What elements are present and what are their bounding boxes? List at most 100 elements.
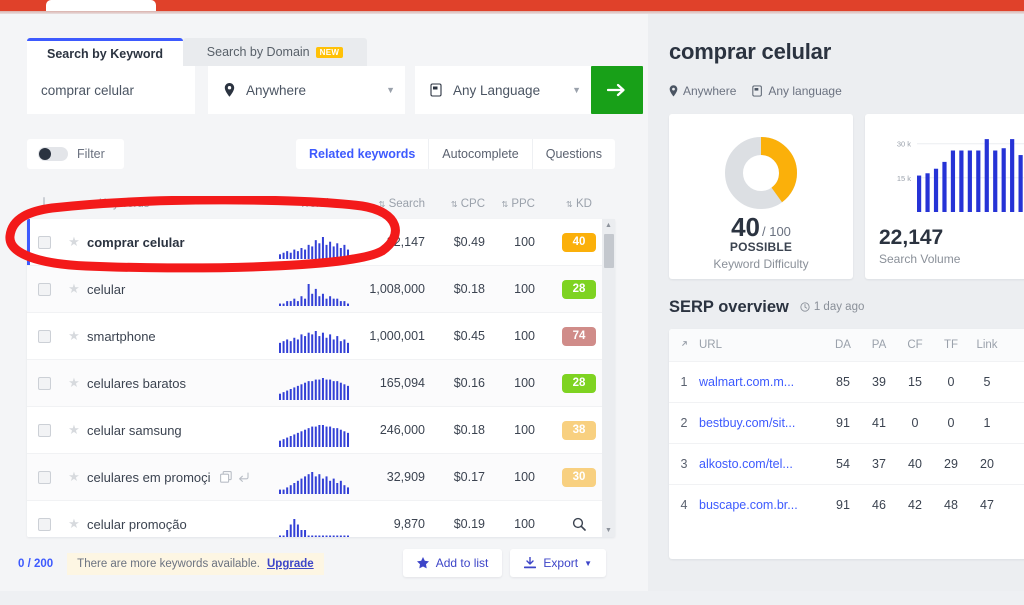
tab-related-keywords[interactable]: Related keywords [296, 139, 430, 169]
favorite-star-icon[interactable]: ★ [61, 328, 87, 344]
row-trend [275, 501, 353, 537]
language-value: Any Language [453, 82, 541, 98]
detail-location-label: Anywhere [683, 84, 737, 98]
row-keyword[interactable]: celular samsung [87, 423, 275, 438]
favorite-star-icon[interactable]: ★ [61, 281, 87, 297]
search-icon[interactable] [562, 515, 596, 534]
serp-url[interactable]: walmart.com.m... [699, 375, 825, 389]
serp-pa: 37 [872, 457, 886, 471]
scroll-down-icon[interactable]: ▼ [602, 524, 615, 537]
favorite-star-icon[interactable]: ★ [61, 234, 87, 250]
row-cpc: $0.45 [453, 329, 485, 343]
row-checkbox[interactable] [27, 235, 61, 249]
search-submit-button[interactable] [591, 66, 643, 114]
table-scrollbar[interactable]: ▲ ▼ [602, 219, 615, 537]
serp-cf: 40 [908, 457, 922, 471]
row-checkbox[interactable] [27, 517, 61, 531]
serp-overview-header: SERP overview 1 day ago [669, 298, 864, 317]
serp-row[interactable]: 2 bestbuy.com/sit... 91 41 0 0 1 [669, 402, 1024, 443]
row-checkbox[interactable] [27, 282, 61, 296]
detail-meta: Anywhere Any language [669, 84, 858, 98]
serp-column-url: URL [699, 339, 723, 351]
location-select[interactable]: Anywhere ▼ [208, 66, 405, 114]
row-keyword[interactable]: smartphone [87, 329, 275, 344]
favorite-star-icon[interactable]: ★ [61, 375, 87, 391]
table-footer: 0 / 200 There are more keywords availabl… [18, 549, 618, 579]
copy-icon[interactable] [219, 471, 232, 483]
serp-url[interactable]: buscape.com.br... [699, 498, 825, 512]
table-row[interactable]: ★ comprar celular 22,147 $0.49 100 40 [27, 219, 615, 266]
column-header-cpc[interactable]: ⇅ CPC [429, 198, 491, 210]
serp-column-links: Link [976, 339, 998, 351]
row-keyword[interactable]: celular promoção [87, 517, 275, 532]
serp-position: 2 [680, 416, 688, 430]
column-header-ppc-label: PPC [511, 198, 535, 210]
table-row[interactable]: ★ celular samsung 246,000 $0.18 100 38 [27, 407, 615, 454]
table-row[interactable]: ★ celulares baratos 165,094 $0.16 100 28 [27, 360, 615, 407]
keyword-input[interactable]: comprar celular [27, 66, 195, 114]
serp-links: 20 [980, 457, 994, 471]
serp-url[interactable]: alkosto.com/tel... [699, 457, 825, 471]
row-checkbox[interactable] [27, 470, 61, 484]
table-row[interactable]: ★ celular 1,008,000 $0.18 100 28 [27, 266, 615, 313]
tab-questions[interactable]: Questions [533, 139, 615, 169]
row-trend [275, 407, 353, 453]
column-header-keywords[interactable]: ▼ Keywords [87, 198, 275, 210]
row-keyword[interactable]: celulares em promoçi [87, 470, 275, 485]
row-checkbox[interactable] [27, 423, 61, 437]
row-search-volume: 1,000,001 [369, 329, 425, 343]
serp-row[interactable]: 4 buscape.com.br... 91 46 42 48 47 [669, 484, 1024, 525]
row-keyword[interactable]: comprar celular [87, 235, 275, 250]
tab-search-by-domain[interactable]: Search by Domain NEW [183, 38, 367, 66]
language-select[interactable]: Any Language ▼ [415, 66, 591, 114]
column-header-search[interactable]: ⇅ Search [353, 198, 429, 210]
row-keyword[interactable]: celular [87, 282, 275, 297]
serp-column-pa: PA [871, 339, 887, 351]
row-checkbox[interactable] [27, 376, 61, 390]
tab-autocomplete[interactable]: Autocomplete [429, 139, 533, 169]
row-search-volume: 9,870 [393, 517, 425, 531]
serp-row[interactable]: 3 alkosto.com/tel... 54 37 40 29 20 [669, 443, 1024, 484]
new-badge: NEW [315, 46, 344, 58]
serp-table: URL DA PA CF TF Link 1 walmart.com.m... 85… [669, 329, 1024, 559]
column-header-trend[interactable]: Trend [275, 198, 353, 210]
kd-badge: 28 [562, 373, 596, 393]
serp-links: 47 [980, 498, 994, 512]
column-header-kd[interactable]: ⇅ KD [543, 198, 615, 210]
serp-url[interactable]: bestbuy.com/sit... [699, 416, 825, 430]
favorite-star-icon[interactable]: ★ [61, 516, 87, 532]
keyword-explorer-panel: Search by Keyword Search by Domain NEW c… [0, 14, 648, 591]
filter-toggle[interactable] [38, 147, 68, 161]
filter-button[interactable]: Filter [27, 139, 124, 169]
scroll-up-icon[interactable]: ▲ [602, 219, 615, 232]
kd-badge: 74 [562, 326, 596, 346]
select-all-checkbox[interactable] [27, 197, 61, 211]
clock-icon [800, 302, 810, 312]
location-pin-icon-detail [669, 85, 678, 97]
row-search-volume: 22,147 [386, 235, 425, 249]
trend-sparkline [279, 425, 349, 447]
add-to-list-button[interactable]: Add to list [402, 549, 503, 577]
favorite-star-icon[interactable]: ★ [61, 422, 87, 438]
export-button[interactable]: Export ▼ [510, 549, 606, 577]
scrollbar-thumb[interactable] [604, 234, 614, 268]
row-keyword[interactable]: celulares baratos [87, 376, 275, 391]
table-row[interactable]: ★ celulares em promoçi 32,909 $0.17 100 30 [27, 454, 615, 501]
row-checkbox[interactable] [27, 329, 61, 343]
tab-search-by-keyword[interactable]: Search by Keyword [27, 38, 183, 66]
browser-tab[interactable] [46, 0, 156, 11]
serp-row[interactable]: 1 walmart.com.m... 85 39 15 0 5 [669, 361, 1024, 402]
serp-updated: 1 day ago [800, 301, 864, 313]
serp-cf: 42 [908, 498, 922, 512]
arrow-icon[interactable] [238, 471, 250, 483]
favorite-star-icon[interactable]: ★ [61, 469, 87, 485]
row-cpc: $0.19 [453, 517, 485, 531]
upgrade-notice: There are more keywords available. Upgra… [67, 553, 324, 575]
table-row[interactable]: ★ celular promoção 9,870 $0.19 100 [27, 501, 615, 537]
serp-expand-icon[interactable] [669, 338, 699, 352]
row-trend [275, 219, 353, 265]
upgrade-link[interactable]: Upgrade [267, 558, 314, 570]
column-header-ppc[interactable]: ⇅ PPC [491, 198, 543, 210]
table-row[interactable]: ★ smartphone 1,000,001 $0.45 100 74 [27, 313, 615, 360]
serp-da: 54 [836, 457, 850, 471]
